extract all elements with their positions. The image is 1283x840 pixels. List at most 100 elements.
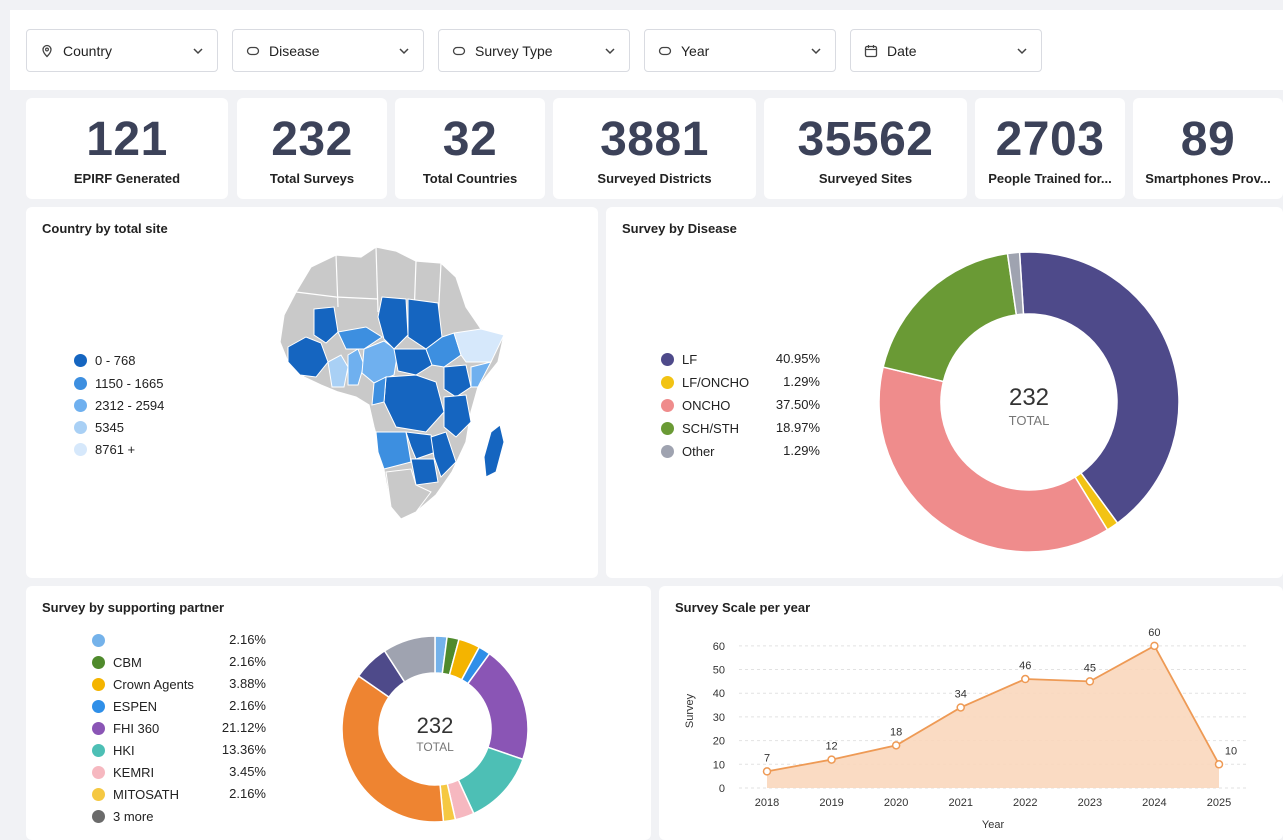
y-tick-label: 20 [713, 736, 725, 748]
data-label: 46 [1019, 660, 1031, 672]
x-axis-title: Year [982, 819, 1005, 831]
kpi-value: 35562 [797, 113, 934, 166]
donut-slice-sch-sth[interactable] [882, 252, 1018, 383]
chevron-down-icon [1015, 44, 1029, 58]
x-tick-label: 2023 [1078, 797, 1102, 809]
survey-scale-area-chart[interactable]: 0 10 20 30 40 50 60 7 2018 12 2019 18 2020 34 2021 46 20… [659, 616, 1283, 840]
partner-legend-item[interactable]: KEMRI [92, 762, 154, 782]
country-filter-label: Country [63, 42, 113, 59]
kpi-label: People Trained for... [988, 171, 1112, 186]
legend-swatch [74, 353, 87, 367]
legend-swatch [92, 633, 105, 647]
kpi-card-surveyed-districts: 3881 Surveyed Districts [553, 98, 756, 199]
legend-label: ESPEN [113, 698, 158, 714]
data-label: 34 [955, 688, 967, 700]
disease-filter-dropdown[interactable]: Disease [232, 29, 424, 72]
year-filter-dropdown[interactable]: Year [644, 29, 836, 72]
kpi-card-epirf: 121 EPIRF Generated [26, 98, 228, 199]
partner-legend-item[interactable] [92, 630, 113, 650]
legend-swatch [661, 421, 674, 435]
chevron-down-icon [603, 44, 617, 58]
kpi-value: 32 [442, 113, 498, 166]
disease-legend-item[interactable]: LF/ONCHO [661, 372, 749, 392]
donut-slice-oncho[interactable] [878, 366, 1109, 553]
map-legend-item[interactable]: 5345 [74, 417, 124, 437]
map-legend-item[interactable]: 8761 + [74, 439, 135, 459]
survey-scale-panel: Survey Scale per year 0 10 20 30 40 50 60 7 2018… [659, 586, 1283, 840]
data-point[interactable] [1214, 760, 1224, 769]
kpi-card-surveyed-sites: 35562 Surveyed Sites [764, 98, 967, 199]
legend-swatch [661, 352, 674, 366]
data-point[interactable] [762, 767, 772, 776]
panel-title: Survey by Disease [622, 221, 737, 236]
kpi-value: 232 [271, 113, 353, 166]
map-legend-item[interactable]: 1150 - 1665 [74, 373, 163, 393]
y-tick-label: 50 [713, 665, 725, 677]
donut-total-value: 232 [1009, 384, 1049, 411]
data-label: 45 [1084, 662, 1096, 674]
legend-percent: 21.12% [221, 720, 266, 735]
disease-legend-item[interactable]: SCH/STH [661, 418, 739, 438]
legend-percent: 2.16% [229, 632, 266, 647]
africa-choropleth-map[interactable] [266, 237, 516, 537]
partner-legend-item[interactable]: CBM [92, 652, 142, 672]
kpi-label: Surveyed Districts [597, 171, 712, 186]
country-filter-dropdown[interactable]: Country [26, 29, 218, 72]
legend-percent: 2.16% [229, 654, 266, 669]
map-legend-item[interactable]: 0 - 768 [74, 350, 135, 370]
legend-label: MITOSATH [113, 786, 179, 802]
legend-label: CBM [113, 654, 142, 670]
data-label: 60 [1148, 627, 1160, 639]
legend-label: HKI [113, 742, 135, 758]
legend-percent: 13.36% [221, 742, 266, 757]
legend-percent: 1.29% [783, 374, 820, 389]
disease-donut-chart[interactable]: 232 TOTAL [874, 247, 1184, 557]
disease-legend-item[interactable]: Other [661, 441, 715, 461]
disease-chart-panel: Survey by Disease LF 40.95% LF/ONCHO 1.29% O… [606, 207, 1283, 578]
partner-legend-item[interactable]: FHI 360 [92, 718, 159, 738]
partner-legend-item[interactable]: ESPEN [92, 696, 157, 716]
calendar-icon [863, 43, 879, 59]
legend-percent: 40.95% [775, 351, 820, 366]
legend-swatch [74, 398, 87, 412]
tag-icon [657, 43, 673, 59]
disease-legend-item[interactable]: ONCHO [661, 395, 730, 415]
data-point[interactable] [956, 703, 965, 712]
tag-icon [245, 43, 261, 59]
data-point[interactable] [827, 755, 836, 764]
legend-label: LF/ONCHO [682, 374, 750, 390]
partner-legend-item[interactable]: Crown Agents [92, 674, 194, 694]
location-pin-icon [39, 43, 55, 59]
partner-legend-item[interactable]: MITOSATH [92, 784, 179, 804]
partner-chart-panel: Survey by supporting partner 2.16% CBM 2.1… [26, 586, 651, 840]
legend-swatch [92, 655, 105, 669]
legend-swatch [92, 809, 105, 823]
x-tick-label: 2022 [1013, 797, 1037, 809]
date-filter-dropdown[interactable]: Date [850, 29, 1042, 72]
legend-label: Crown Agents [113, 676, 194, 692]
data-point[interactable] [1150, 641, 1159, 651]
x-tick-label: 2024 [1142, 797, 1166, 809]
partner-legend-item[interactable]: 3 more [92, 806, 153, 826]
legend-label: Other [682, 443, 715, 459]
disease-legend-item[interactable]: LF [661, 349, 697, 369]
panel-title: Country by total site [42, 221, 168, 236]
partner-donut-chart[interactable]: 232 TOTAL [338, 632, 532, 826]
map-legend-item[interactable]: 2312 - 2594 [74, 395, 164, 415]
filter-bar: Country Disease Survey Type Year Date [10, 10, 1283, 90]
legend-swatch [92, 743, 105, 757]
legend-percent: 37.50% [775, 397, 820, 412]
panel-title: Survey Scale per year [675, 600, 811, 615]
legend-label: 3 more [113, 808, 154, 824]
kpi-label: Surveyed Sites [818, 171, 913, 186]
legend-label: KEMRI [113, 764, 155, 780]
survey-type-filter-dropdown[interactable]: Survey Type [438, 29, 630, 72]
legend-label: 8761 + [95, 441, 136, 457]
kpi-label: Total Countries [422, 171, 518, 186]
data-point[interactable] [1021, 674, 1030, 684]
legend-label: 2312 - 2594 [95, 397, 165, 413]
data-point[interactable] [1085, 677, 1095, 686]
partner-legend-item[interactable]: HKI [92, 740, 135, 760]
legend-swatch [661, 375, 674, 389]
data-point[interactable] [891, 741, 901, 750]
